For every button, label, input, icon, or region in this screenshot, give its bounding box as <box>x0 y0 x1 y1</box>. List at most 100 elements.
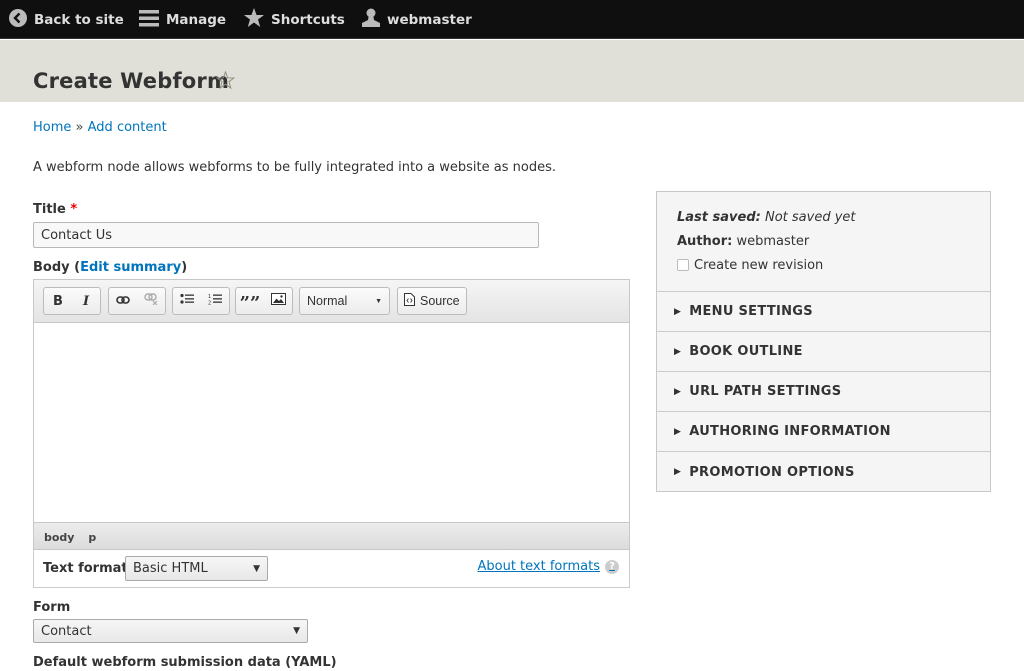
path-element-p[interactable]: p <box>88 531 96 544</box>
section-label: PROMOTION OPTIONS <box>689 464 855 480</box>
edit-summary-link[interactable]: Edit summary <box>80 260 181 275</box>
author-value: webmaster <box>736 234 810 249</box>
section-label: BOOK OUTLINE <box>689 344 803 359</box>
unlink-icon <box>144 293 158 309</box>
hamburger-icon <box>139 9 159 31</box>
section-menu-settings[interactable]: ▶ MENU SETTINGS <box>657 292 990 332</box>
block-group: ”” <box>235 287 293 315</box>
breadcrumb-separator: » <box>75 120 84 135</box>
manage-menu[interactable]: Manage <box>139 0 226 39</box>
shortcuts-label: Shortcuts <box>271 11 345 28</box>
breadcrumb: Home » Add content <box>33 120 167 135</box>
help-icon: ? <box>605 559 619 574</box>
breadcrumb-home[interactable]: Home <box>33 120 71 135</box>
dropdown-caret-icon: ▼ <box>293 626 300 636</box>
source-button[interactable]: Source <box>397 287 467 315</box>
shortcuts-menu[interactable]: Shortcuts <box>244 0 345 39</box>
back-to-site-link[interactable]: Back to site <box>9 0 124 39</box>
required-marker: * <box>70 202 78 217</box>
numbered-list-icon: 12 <box>208 293 222 309</box>
section-book-outline[interactable]: ▶ BOOK OUTLINE <box>657 332 990 372</box>
italic-button[interactable]: I <box>72 288 100 314</box>
expand-triangle-icon: ▶ <box>674 426 682 437</box>
bold-icon: B <box>53 293 63 309</box>
yaml-label: Default webform submission data (YAML) <box>33 655 337 670</box>
source-icon <box>404 293 415 309</box>
link-group <box>108 287 166 315</box>
title-input[interactable] <box>33 222 539 248</box>
expand-triangle-icon: ▶ <box>674 346 682 357</box>
form-select[interactable]: Contact ▼ <box>33 619 308 643</box>
format-dropdown[interactable]: Normal ▼ <box>299 287 390 315</box>
section-promotion-options[interactable]: ▶ PROMOTION OPTIONS <box>657 452 990 492</box>
about-text-formats-link[interactable]: About text formats ? <box>477 559 619 574</box>
last-saved-label: Last saved: <box>677 210 761 225</box>
author-label: Author: <box>677 234 733 249</box>
list-group: 12 <box>172 287 230 315</box>
intro-text: A webform node allows webforms to be ful… <box>33 160 556 175</box>
svg-text:1: 1 <box>208 294 211 300</box>
form-label: Form <box>33 600 71 615</box>
node-meta: Last saved: Not saved yet Author: webmas… <box>657 192 990 292</box>
title-label-text: Title <box>33 202 66 217</box>
expand-triangle-icon: ▶ <box>674 306 682 317</box>
create-revision-label[interactable]: Create new revision <box>694 258 823 273</box>
text-format-value: Basic HTML <box>133 561 208 576</box>
node-sidebar: Last saved: Not saved yet Author: webmas… <box>656 191 991 492</box>
dropdown-caret-icon: ▼ <box>253 563 260 574</box>
expand-triangle-icon: ▶ <box>674 386 682 397</box>
section-label: URL PATH SETTINGS <box>689 384 842 399</box>
body-label-suffix: ) <box>181 260 188 275</box>
numbered-list-button[interactable]: 12 <box>201 288 229 314</box>
last-saved-value: Not saved yet <box>764 210 856 225</box>
page-title: Create Webform <box>33 69 230 93</box>
dropdown-caret-icon: ▼ <box>375 297 382 305</box>
blockquote-button[interactable]: ”” <box>236 288 264 314</box>
section-label: AUTHORING INFORMATION <box>689 424 891 439</box>
section-url-path-settings[interactable]: ▶ URL PATH SETTINGS <box>657 372 990 412</box>
section-authoring-information[interactable]: ▶ AUTHORING INFORMATION <box>657 412 990 452</box>
title-label: Title * <box>33 202 77 217</box>
expand-triangle-icon: ▶ <box>674 467 682 477</box>
image-button[interactable] <box>264 288 292 314</box>
user-menu[interactable]: webmaster <box>362 0 472 39</box>
username-label: webmaster <box>387 11 472 28</box>
rich-text-editor: B I 12 ”” Normal ▼ Source body p <box>33 279 630 550</box>
svg-text:2: 2 <box>208 301 211 306</box>
basic-style-group: B I <box>43 287 101 315</box>
element-path-bar: body p <box>34 522 629 549</box>
path-element-body[interactable]: body <box>44 531 74 544</box>
create-revision-checkbox[interactable] <box>677 259 689 271</box>
text-format-select[interactable]: Basic HTML ▼ <box>125 556 268 581</box>
image-icon <box>270 293 286 309</box>
link-icon <box>116 294 130 309</box>
blockquote-icon: ”” <box>239 293 261 314</box>
chevron-left-circle-icon <box>9 8 27 31</box>
unlink-button[interactable] <box>137 288 165 314</box>
italic-icon: I <box>82 293 90 309</box>
user-icon <box>362 8 380 31</box>
back-to-site-label: Back to site <box>34 11 124 28</box>
link-button[interactable] <box>109 288 137 314</box>
admin-toolbar: Back to site Manage Shortcuts webmaster <box>0 0 1024 39</box>
bulleted-list-button[interactable] <box>173 288 201 314</box>
text-format-label: Text format <box>43 561 128 576</box>
star-icon <box>244 8 264 31</box>
body-label: Body (Edit summary) <box>33 260 187 275</box>
manage-label: Manage <box>166 11 227 28</box>
body-label-text: Body ( <box>33 260 81 275</box>
bulleted-list-icon <box>180 293 194 309</box>
form-select-value: Contact <box>41 623 92 639</box>
bold-button[interactable]: B <box>44 288 72 314</box>
editor-toolbar: B I 12 ”” Normal ▼ Source <box>34 280 629 323</box>
section-label: MENU SETTINGS <box>689 304 813 319</box>
last-saved-row: Last saved: Not saved yet <box>677 210 970 234</box>
breadcrumb-add-content[interactable]: Add content <box>88 120 167 135</box>
text-format-bar: Text format Basic HTML ▼ About text form… <box>33 550 630 588</box>
revision-row: Create new revision <box>677 258 970 282</box>
source-label: Source <box>420 294 460 308</box>
format-dropdown-value: Normal <box>307 294 348 308</box>
editor-content-area[interactable] <box>34 323 629 522</box>
star-outline-icon[interactable] <box>215 70 236 93</box>
about-text-formats-label: About text formats <box>477 559 600 574</box>
